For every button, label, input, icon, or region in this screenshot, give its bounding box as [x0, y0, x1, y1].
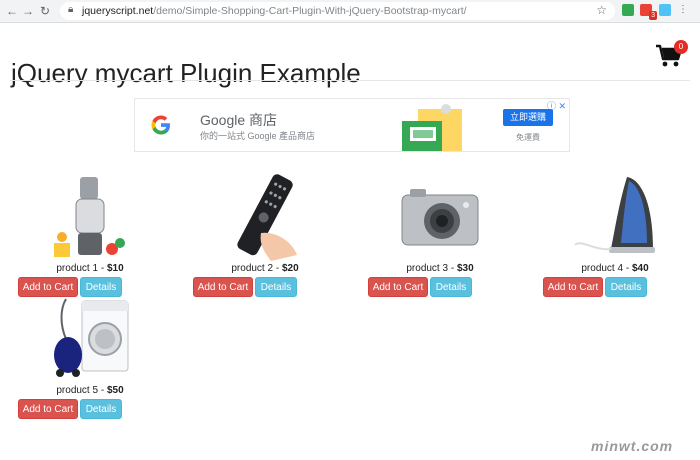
lock-icon: 🔒︎	[68, 4, 74, 15]
details-button[interactable]: Details	[430, 277, 472, 297]
extension-icon-2[interactable]	[659, 4, 671, 16]
address-bar[interactable]: 🔒︎ jqueryscript.net/demo/Simple-Shopping…	[60, 2, 615, 20]
camera-product-image[interactable]	[396, 173, 484, 261]
reload-icon[interactable]: ↻	[37, 3, 53, 19]
google-logo-icon	[151, 115, 170, 135]
product-caption: product 3 - $30	[406, 263, 474, 274]
iron-product-image[interactable]	[571, 173, 659, 261]
bookmark-star-icon[interactable]: ☆	[596, 3, 607, 17]
product-caption: product 4 - $40	[581, 263, 649, 274]
site-watermark: minwt.com	[591, 438, 674, 454]
details-button[interactable]: Details	[605, 277, 647, 297]
product-caption: product 5 - $50	[56, 385, 124, 396]
product-caption: product 2 - $20	[231, 263, 299, 274]
ad-shop-now-button[interactable]: 立即選購	[503, 109, 553, 126]
url-text: jqueryscript.net/demo/Simple-Shopping-Ca…	[82, 5, 467, 17]
page-title: jQuery mycart Plugin Example	[11, 58, 361, 89]
details-button[interactable]: Details	[255, 277, 297, 297]
add-to-cart-button[interactable]: Add to Cart	[193, 277, 253, 297]
details-button[interactable]: Details	[80, 399, 122, 419]
product-caption: product 1 - $10	[56, 263, 124, 274]
ad-title: Google 商店	[200, 112, 278, 128]
cart-count-badge: 0	[674, 40, 688, 54]
add-to-cart-button[interactable]: Add to Cart	[543, 277, 603, 297]
menu-icon[interactable]: ⋮	[678, 4, 690, 16]
details-button[interactable]: Details	[80, 277, 122, 297]
header-divider	[10, 80, 690, 81]
gmail-extension-icon[interactable]: 3	[640, 4, 657, 20]
ad-subtitle: 你的一站式 Google 產品商店	[200, 131, 316, 141]
gmail-badge: 3	[649, 11, 657, 20]
ad-product-illustration	[402, 104, 462, 151]
washer-vacuum-product-image[interactable]	[46, 295, 134, 383]
forward-icon[interactable]: →	[20, 3, 36, 19]
browser-toolbar: ← → ↻ 🔒︎ jqueryscript.net/demo/Simple-Sh…	[0, 0, 700, 23]
back-icon[interactable]: ←	[4, 3, 20, 19]
extension-icon[interactable]	[622, 4, 634, 16]
add-to-cart-button[interactable]: Add to Cart	[18, 399, 78, 419]
ad-free-shipping-note: 免運費	[516, 133, 540, 142]
ad-banner[interactable]: Google 商店 你的一站式 Google 產品商店 立即選購 免運費 ⓘ ✕	[134, 98, 570, 152]
add-to-cart-button[interactable]: Add to Cart	[368, 277, 428, 297]
juicer-product-image[interactable]	[46, 173, 134, 261]
remote-control-product-image[interactable]	[221, 173, 309, 261]
add-to-cart-button[interactable]: Add to Cart	[18, 277, 78, 297]
ad-info-close-icon[interactable]: ⓘ ✕	[547, 99, 566, 112]
